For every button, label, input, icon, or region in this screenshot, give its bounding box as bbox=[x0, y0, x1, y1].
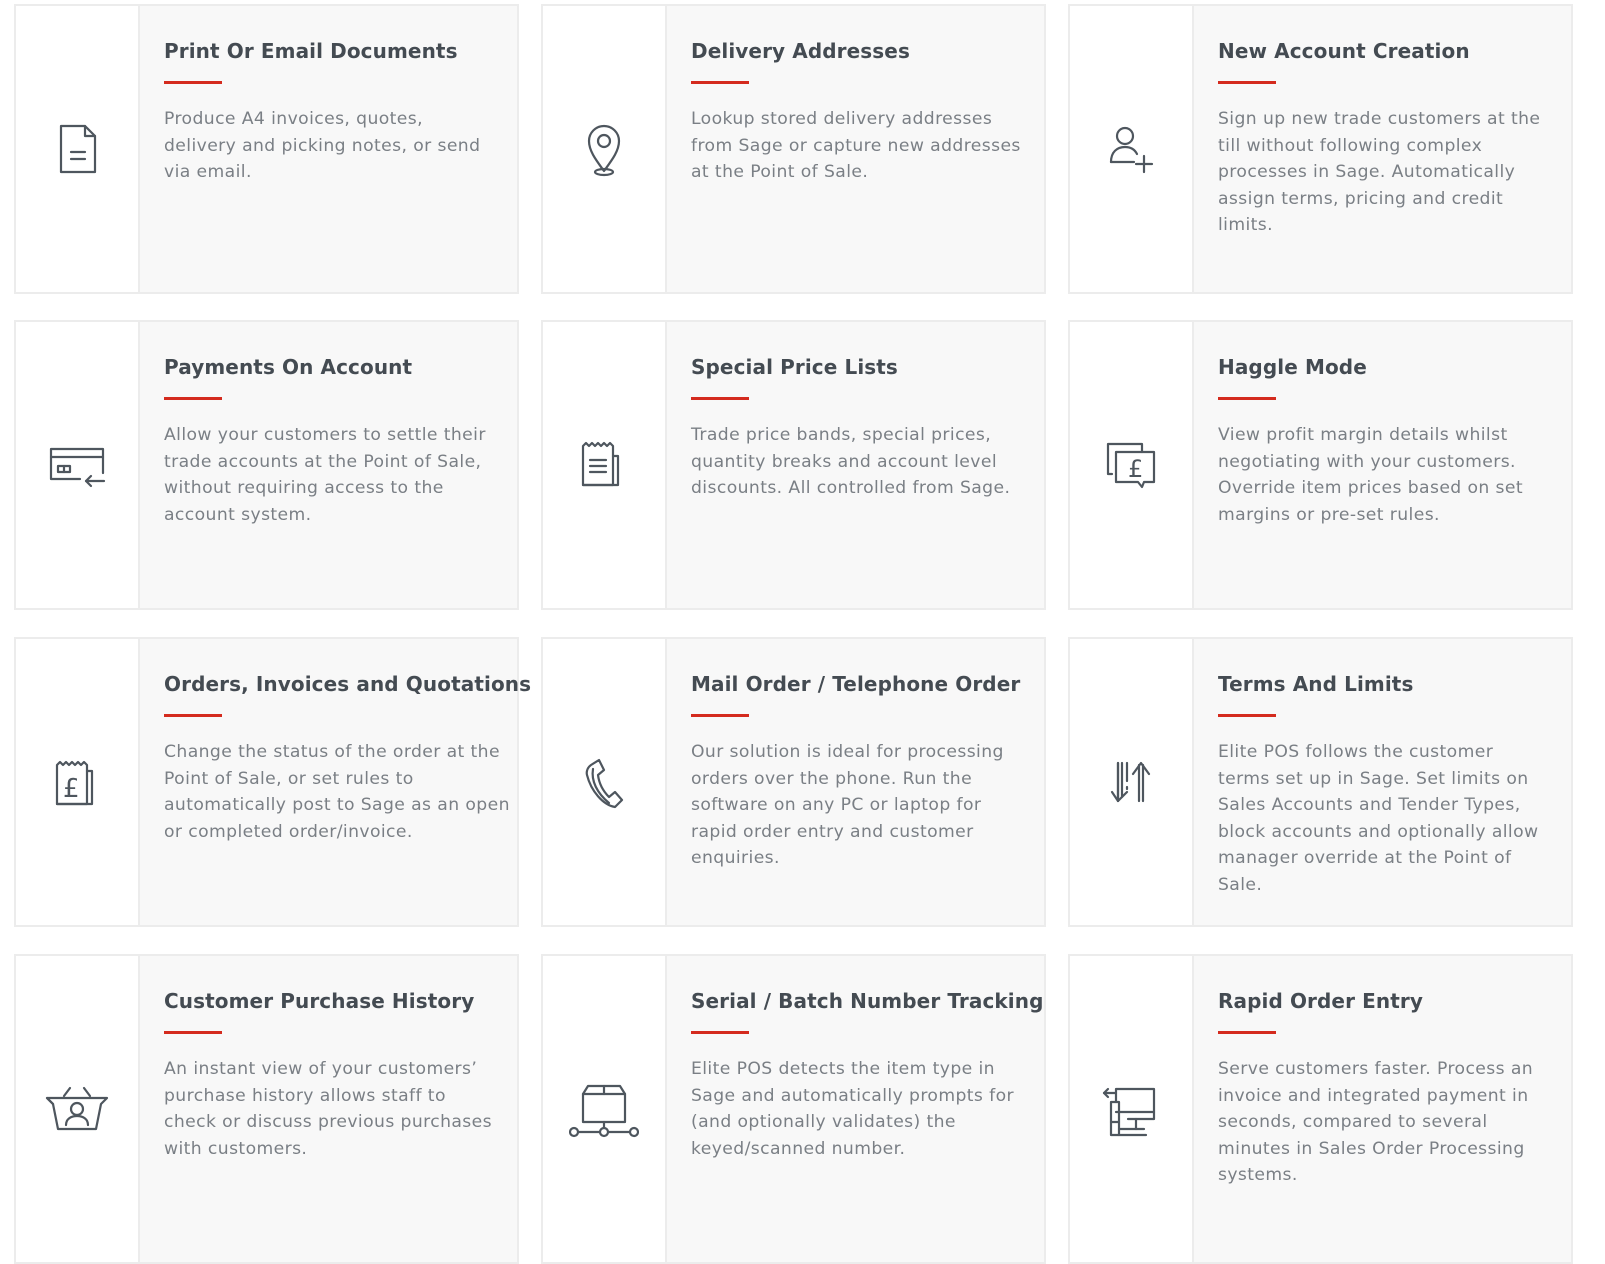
accent-divider bbox=[691, 397, 749, 400]
feature-title: New Account Creation bbox=[1218, 39, 1470, 63]
location-pin-icon bbox=[587, 124, 621, 177]
feature-title: Serial / Batch Number Tracking bbox=[691, 989, 1044, 1013]
feature-title: Special Price Lists bbox=[691, 355, 898, 379]
feature-title: Haggle Mode bbox=[1218, 355, 1367, 379]
feature-title: Terms And Limits bbox=[1218, 672, 1414, 696]
feature-card: Payments On Account Allow your customers… bbox=[14, 320, 519, 610]
feature-title: Payments On Account bbox=[164, 355, 413, 379]
feature-description: Produce A4 invoices, quotes, delivery an… bbox=[164, 109, 481, 182]
customer-basket-icon bbox=[45, 1086, 109, 1131]
up-down-arrows-icon bbox=[1110, 761, 1151, 803]
feature-card: Terms And Limits Elite POS follows the c… bbox=[1068, 637, 1573, 927]
feature-card: Delivery Addresses Lookup stored deliver… bbox=[541, 4, 1046, 294]
feature-description: Elite POS follows the customer terms set… bbox=[1218, 742, 1539, 895]
feature-title: Print Or Email Documents bbox=[164, 39, 458, 63]
feature-description: View profit margin details whilst negoti… bbox=[1218, 425, 1524, 525]
pos-terminal-icon bbox=[1102, 1087, 1156, 1137]
feature-title: Delivery Addresses bbox=[691, 39, 910, 63]
feature-title: Rapid Order Entry bbox=[1218, 989, 1423, 1013]
feature-card: Serial / Batch Number Tracking Elite POS… bbox=[541, 954, 1046, 1264]
accent-divider bbox=[1218, 714, 1276, 717]
accent-divider bbox=[164, 397, 222, 400]
feature-description: Our solution is ideal for processing ord… bbox=[691, 742, 1004, 868]
feature-description: Trade price bands, special prices, quant… bbox=[691, 425, 1011, 498]
feature-card: £ Haggle Mode View profit margin details… bbox=[1068, 320, 1573, 610]
price-list-receipt-icon bbox=[581, 441, 620, 487]
feature-description: Lookup stored delivery addresses from Sa… bbox=[691, 109, 1021, 182]
svg-text:£: £ bbox=[63, 774, 80, 804]
accent-divider bbox=[1218, 397, 1276, 400]
feature-description: Sign up new trade customers at the till … bbox=[1218, 109, 1541, 235]
accent-divider bbox=[164, 1031, 222, 1034]
svg-text:£: £ bbox=[1128, 455, 1143, 483]
feature-card: Rapid Order Entry Serve customers faster… bbox=[1068, 954, 1573, 1264]
feature-card: Special Price Lists Trade price bands, s… bbox=[541, 320, 1046, 610]
feature-description: Allow your customers to settle their tra… bbox=[164, 425, 486, 525]
feature-description: Serve customers faster. Process an invoi… bbox=[1218, 1059, 1534, 1185]
accent-divider bbox=[691, 1031, 749, 1034]
accent-divider bbox=[164, 714, 222, 717]
pound-receipt-icon: £ bbox=[55, 760, 94, 806]
card-payment-icon bbox=[49, 447, 106, 488]
feature-card: Mail Order / Telephone Order Our solutio… bbox=[541, 637, 1046, 927]
box-tracking-icon bbox=[569, 1084, 639, 1138]
accent-divider bbox=[691, 714, 749, 717]
accent-divider bbox=[164, 81, 222, 84]
add-user-icon bbox=[1109, 126, 1154, 174]
feature-card: Print Or Email Documents Produce A4 invo… bbox=[14, 4, 519, 294]
feature-description: Change the status of the order at the Po… bbox=[164, 742, 510, 842]
feature-card: £ Orders, Invoices and Quotations Change… bbox=[14, 637, 531, 927]
pound-speech-bubble-icon: £ bbox=[1106, 442, 1156, 489]
feature-description: An instant view of your customers’ purch… bbox=[164, 1059, 492, 1159]
feature-card: Customer Purchase History An instant vie… bbox=[14, 954, 519, 1264]
feature-title: Mail Order / Telephone Order bbox=[691, 672, 1021, 696]
accent-divider bbox=[1218, 1031, 1276, 1034]
telephone-icon bbox=[585, 758, 624, 809]
feature-description: Elite POS detects the item type in Sage … bbox=[691, 1059, 1014, 1159]
feature-title: Customer Purchase History bbox=[164, 989, 475, 1013]
feature-title: Orders, Invoices and Quotations bbox=[164, 672, 532, 696]
accent-divider bbox=[691, 81, 749, 84]
document-icon bbox=[59, 124, 97, 174]
accent-divider bbox=[1218, 81, 1276, 84]
feature-card: New Account Creation Sign up new trade c… bbox=[1068, 4, 1573, 294]
